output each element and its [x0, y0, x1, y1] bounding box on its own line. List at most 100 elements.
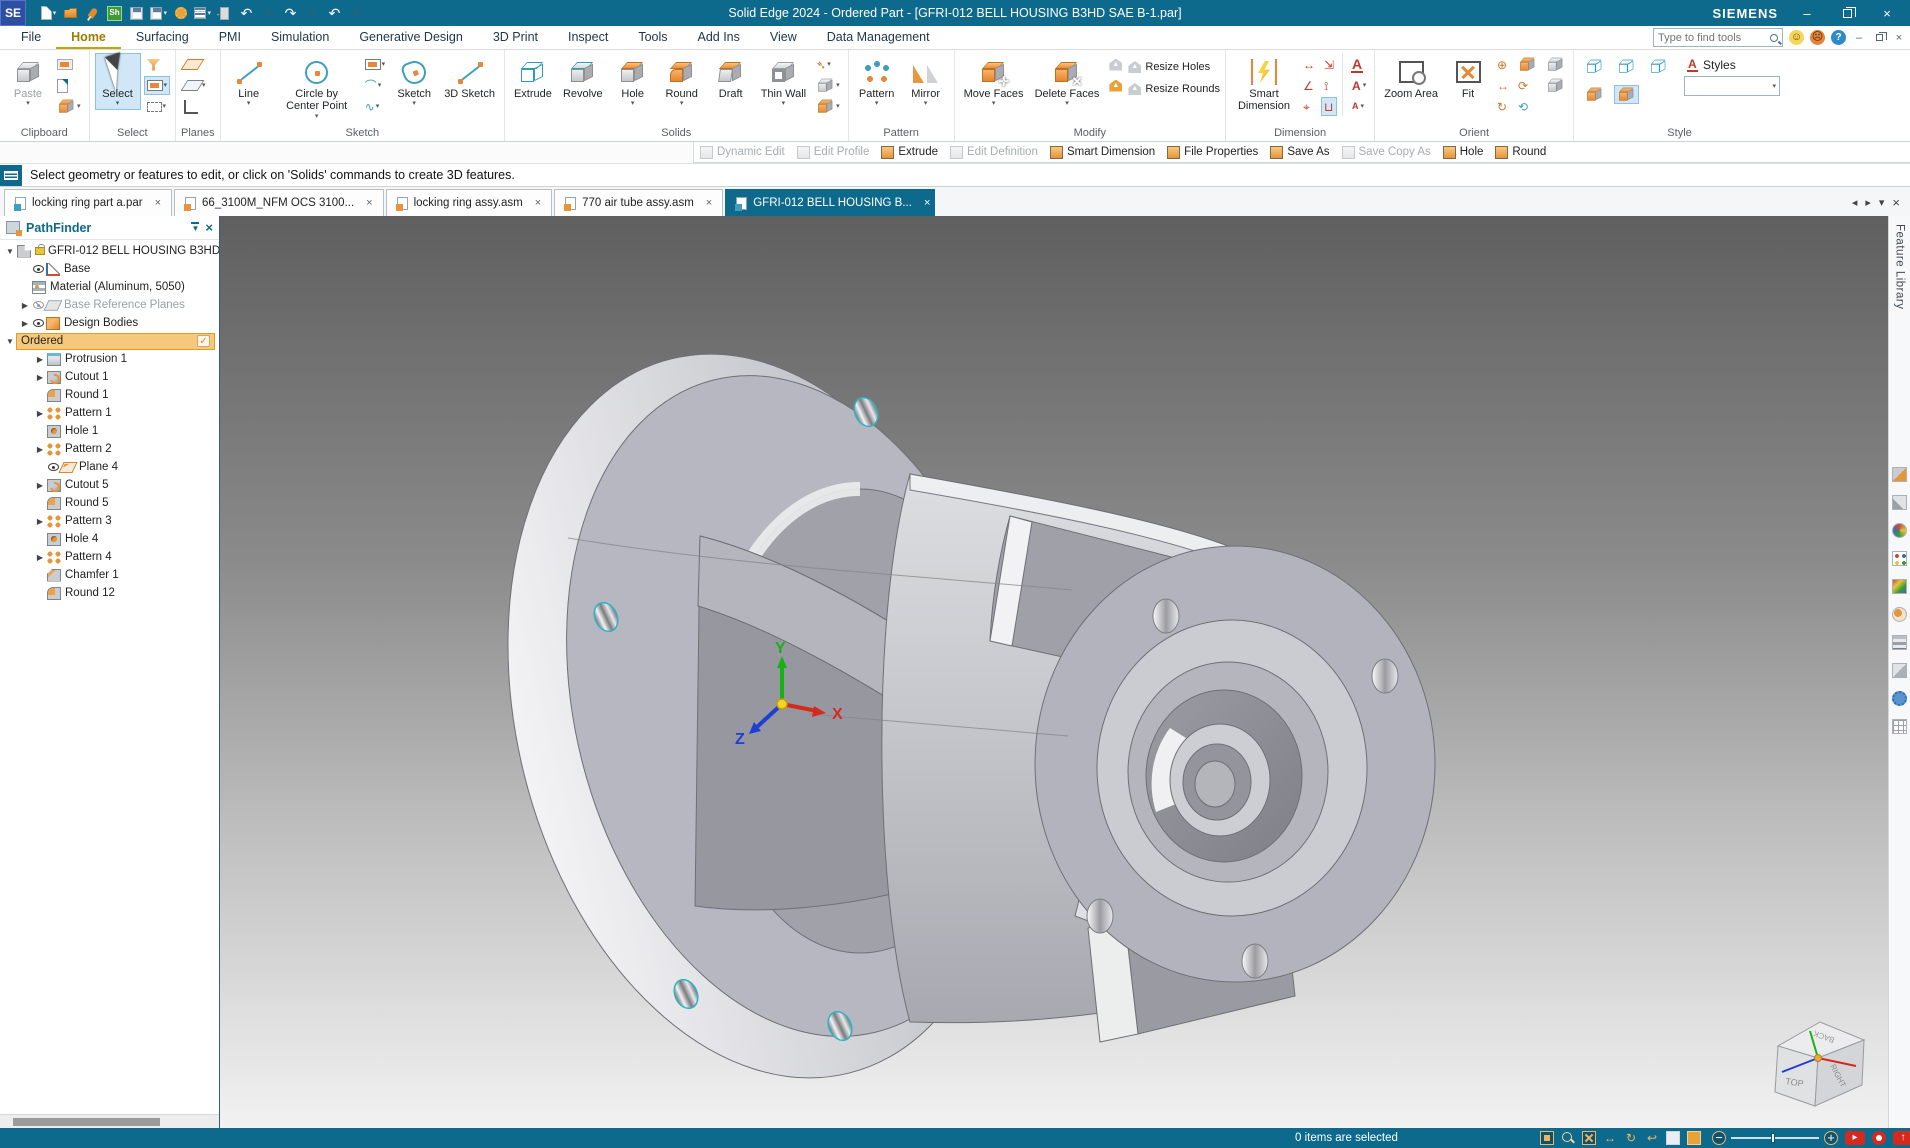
scrollbar-thumb[interactable] — [13, 1118, 160, 1126]
shaded-style-icon[interactable] — [1582, 85, 1607, 104]
tree-item-base[interactable]: Base — [0, 260, 219, 278]
open-icon[interactable] — [62, 5, 79, 22]
quickbar-round[interactable]: Round — [1495, 146, 1546, 159]
zoom-slider[interactable]: − + — [1712, 1131, 1838, 1145]
bell-housing-part[interactable] — [435, 300, 1435, 1128]
add-body-icon[interactable]: ▾ — [813, 97, 843, 116]
upload-icon[interactable]: ↑ — [1893, 1131, 1910, 1145]
customize-qat-icon[interactable]: ▾ — [348, 5, 365, 22]
tree-item-material-aluminum-5050[interactable]: Material (Aluminum, 5050) — [0, 278, 219, 296]
refresh-view-icon[interactable]: ⟲ — [1515, 97, 1540, 116]
collapse-icon[interactable]: ▼ — [4, 337, 16, 346]
tree-item-gfri-012-bell-housing-b3hd-s[interactable]: ▼GFRI-012 BELL HOUSING B3HD S — [0, 242, 219, 260]
ribbon-close-button[interactable]: × — [1892, 32, 1906, 44]
zoom-in-icon[interactable]: + — [1824, 1131, 1838, 1145]
settings-icon[interactable] — [1892, 691, 1907, 706]
video-tutorial-icon[interactable]: ▸ — [1845, 1131, 1865, 1145]
view-cube[interactable]: TOP RIGHT BACK — [1775, 1022, 1864, 1106]
resize-rounds-button[interactable]: Resize Rounds — [1128, 81, 1220, 97]
angle-dimension-icon[interactable]: ⇲ — [1321, 55, 1337, 74]
visibility-on-icon[interactable] — [33, 265, 44, 273]
shaded-with-edges-style-icon[interactable] — [1614, 85, 1639, 104]
expand-icon[interactable]: ▶ — [34, 445, 46, 454]
delete-faces-button[interactable]: ✕ Delete Faces▾ — [1031, 53, 1104, 110]
symmetric-diameter-icon[interactable]: ⟟ — [1321, 76, 1337, 95]
circle-by-center-point-button[interactable]: Circle by Center Point▾ — [275, 53, 359, 123]
pin-icon[interactable] — [84, 5, 101, 22]
expand-icon[interactable]: ▶ — [19, 319, 31, 328]
appearance-icon[interactable] — [1892, 579, 1907, 594]
curve-tool-icon[interactable]: ∿▾ — [362, 97, 389, 116]
expand-icon[interactable]: ▶ — [34, 517, 46, 526]
tree-item-plane-4[interactable]: Plane 4 — [0, 458, 219, 476]
dimension-style-icon[interactable]: ⊔ — [1321, 97, 1337, 116]
text-scale-up-icon[interactable]: A▾ — [1348, 76, 1369, 95]
expand-icon[interactable]: ▶ — [34, 373, 46, 382]
visibility-on-icon[interactable] — [48, 463, 59, 471]
collapse-icon[interactable]: ▼ — [4, 247, 16, 256]
keypoints-icon[interactable] — [1892, 607, 1907, 622]
status-pan-icon[interactable]: ↔ — [1603, 1131, 1617, 1145]
status-fit-icon[interactable] — [1582, 1131, 1596, 1145]
3d-viewport[interactable]: Y X Z TOP RIGHT BACK — [220, 216, 1888, 1128]
3d-sketch-button[interactable]: 3D Sketch — [440, 53, 499, 103]
zoom-out-icon[interactable]: − — [1712, 1131, 1726, 1145]
select-box-icon[interactable]: ▾ — [144, 76, 171, 95]
tree-item-pattern-1[interactable]: ▶Pattern 1 — [0, 404, 219, 422]
search-input[interactable] — [1658, 32, 1770, 44]
feedback-smile-icon[interactable]: ☺ — [1789, 30, 1804, 45]
mirror-button[interactable]: Mirror▾ — [903, 53, 949, 110]
ribbon-tab-pmi[interactable]: PMI — [204, 27, 256, 49]
text-annotation-icon[interactable]: A — [1348, 55, 1369, 74]
pathfinder-pin-icon[interactable]: ▼ — [191, 222, 199, 233]
round-button[interactable]: Round▾ — [659, 53, 705, 110]
expand-icon[interactable]: ▶ — [19, 301, 31, 310]
settings-gear-icon[interactable] — [172, 5, 189, 22]
rotate-view-icon[interactable]: ↻ — [1494, 97, 1512, 116]
angle-between-icon[interactable]: ∠ — [1300, 76, 1318, 95]
ribbon-tab-view[interactable]: View — [755, 27, 812, 49]
sketch-button[interactable]: Sketch▾ — [391, 53, 437, 110]
cut-icon[interactable] — [54, 55, 84, 74]
expand-icon[interactable]: ▶ — [34, 409, 46, 418]
document-tab-770-air-tube-assy-asm[interactable]: 770 air tube assy.asm× — [554, 189, 723, 216]
performance-icon[interactable] — [1892, 523, 1907, 538]
ribbon-tab-3d-print[interactable]: 3D Print — [478, 27, 553, 49]
close-button[interactable]: × — [1876, 6, 1898, 21]
document-tab-close-icon[interactable]: × — [529, 197, 541, 209]
tree-item-protrusion-1[interactable]: ▶Protrusion 1 — [0, 350, 219, 368]
status-named-views-icon[interactable] — [1666, 1131, 1680, 1145]
view-orientation-icon[interactable]: ⟳ — [1515, 76, 1540, 95]
status-rotate-icon[interactable]: ↻ — [1624, 1131, 1638, 1145]
pathfinder-hscrollbar[interactable] — [0, 1114, 219, 1128]
zoom-area-button[interactable]: Zoom Area — [1380, 53, 1442, 103]
expand-icon[interactable]: ▶ — [34, 481, 46, 490]
quickbar-extrude[interactable]: Extrude — [881, 146, 938, 159]
draft-button[interactable]: Draft — [708, 53, 754, 103]
styles-dropdown[interactable]: ▾ — [1684, 76, 1780, 96]
common-views-icon[interactable] — [1515, 55, 1540, 74]
wireframe-style-icon[interactable] — [1582, 57, 1607, 76]
copy-icon[interactable] — [54, 76, 84, 95]
move-faces-button[interactable]: ✛ Move Faces▾ — [960, 53, 1028, 110]
tree-item-pattern-4[interactable]: ▶Pattern 4 — [0, 548, 219, 566]
pathfinder-close-icon[interactable]: × — [205, 220, 213, 235]
tables-icon[interactable] — [1892, 719, 1907, 734]
status-zoom-icon[interactable] — [1561, 1131, 1575, 1145]
coordinate-dimension-icon[interactable]: ⌖ — [1300, 97, 1318, 116]
tree-item-cutout-1[interactable]: ▶Cutout 1 — [0, 368, 219, 386]
ribbon-restore-button[interactable] — [1872, 32, 1886, 44]
sketch-view-icon[interactable] — [1543, 55, 1568, 74]
tab-list-dropdown-icon[interactable]: ▾ — [1879, 196, 1885, 209]
hole-button[interactable]: Hole▾ — [610, 53, 656, 110]
ribbon-tab-surfacing[interactable]: Surfacing — [121, 27, 204, 49]
select-filter-icon[interactable] — [144, 55, 171, 74]
zoom-slider-knob[interactable] — [1771, 1133, 1775, 1143]
save-icon[interactable] — [128, 5, 145, 22]
customize-tools-icon[interactable] — [1892, 495, 1907, 510]
fit-button[interactable]: Fit — [1445, 53, 1491, 103]
solids-collection-icon[interactable] — [1892, 663, 1907, 678]
pattern-library-icon[interactable] — [1892, 467, 1907, 482]
visibility-on-icon[interactable] — [33, 319, 44, 327]
document-tab-66-3100m-nfm-ocs-3100[interactable]: 66_3100M_NFM OCS 3100...× — [174, 189, 384, 216]
